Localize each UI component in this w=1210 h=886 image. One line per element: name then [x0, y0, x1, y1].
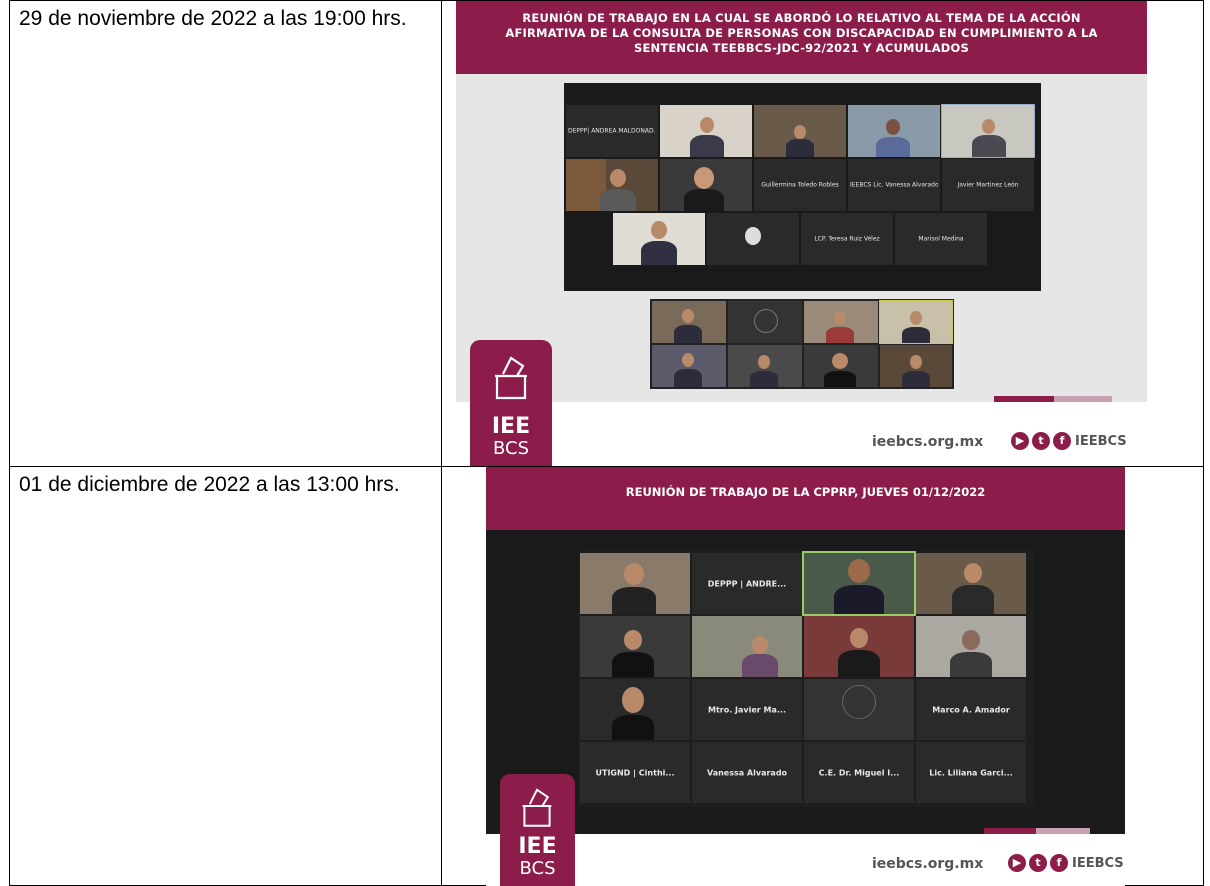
video-tile: Guillermina Toledo Robles	[754, 159, 846, 211]
participant-name: UTIGND | Cinthi...	[595, 768, 675, 777]
participant-name: Javier Martinez León	[957, 181, 1019, 189]
participant-name: C.E. Dr. Miguel I...	[818, 768, 900, 777]
participant-name: Marisol Medina	[918, 235, 964, 243]
ballot-box-icon	[522, 788, 552, 827]
row1-date: 29 de noviembre de 2022 a las 19:00 hrs.	[19, 7, 407, 30]
social-handle: IEEBCS	[1075, 434, 1127, 449]
participant-name: Guillermina Toledo Robles	[761, 181, 839, 189]
video-tile	[692, 616, 802, 677]
ballot-box-icon	[495, 356, 527, 400]
video-tile: C.E. Dr. Miguel I...	[804, 742, 914, 803]
facebook-icon: f	[1050, 854, 1068, 872]
facebook-icon: f	[1053, 432, 1071, 450]
slide-1-banner: REUNIÓN DE TRABAJO EN LA CUAL SE ABORDÓ …	[456, 1, 1147, 74]
video-tile	[660, 105, 752, 157]
website-url: ieebcs.org.mx	[872, 856, 984, 872]
video-tile: Vanessa Alvarado	[692, 742, 802, 803]
video-tile: DEPPP | ANDRE...	[692, 553, 802, 614]
video-tile	[613, 213, 705, 265]
participant-name: DEPPP| ANDREA MALDONAD...	[568, 127, 656, 135]
video-tile	[580, 553, 690, 614]
row2-left-cell	[9, 466, 442, 886]
twitter-icon: t	[1032, 432, 1050, 450]
row2-date: 01 de diciembre de 2022 a las 13:00 hrs.	[19, 473, 400, 496]
slide-2-title: REUNIÓN DE TRABAJO DE LA CPPRP, JUEVES 0…	[625, 485, 986, 499]
video-tile	[660, 159, 752, 211]
participant-name: Vanessa Alvarado	[706, 768, 788, 777]
video-tile	[804, 616, 914, 677]
twitter-icon: t	[1029, 854, 1047, 872]
logo-line2: BCS	[519, 858, 556, 879]
slide-2-banner: REUNIÓN DE TRABAJO DE LA CPPRP, JUEVES 0…	[486, 467, 1125, 530]
video-tile	[652, 345, 726, 387]
logo-line1: IEE	[518, 834, 557, 859]
slide-2: REUNIÓN DE TRABAJO DE LA CPPRP, JUEVES 0…	[486, 467, 1125, 886]
logo-line2: BCS	[492, 438, 530, 459]
website-url: ieebcs.org.mx	[872, 434, 984, 450]
slide-2-zoom-window: DEPPP | ANDRE... Mtro. Javier Ma... Marc…	[578, 551, 1033, 807]
video-tile	[848, 105, 940, 157]
row1-left-cell	[9, 0, 442, 467]
participant-name: IEEBCS Lic. Vanessa Alvarado	[850, 181, 938, 189]
iee-bcs-logo: IEE BCS	[470, 340, 552, 466]
video-tile: Marco A. Amador	[916, 679, 1026, 740]
video-tile	[728, 301, 802, 343]
video-tile	[804, 301, 878, 343]
iee-bcs-logo: IEE BCS	[500, 774, 575, 886]
video-tile: LCP. Teresa Ruiz Vélez	[801, 213, 893, 265]
participant-name: LCP. Teresa Ruiz Vélez	[814, 235, 880, 243]
video-tile	[879, 300, 953, 344]
video-tile	[804, 345, 878, 387]
video-tile	[707, 213, 799, 265]
participant-name: Lic. Liliana Garci...	[929, 768, 1013, 777]
video-tile: UTIGND | Cinthi...	[580, 742, 690, 803]
video-tile	[916, 553, 1026, 614]
video-tile: Mtro. Javier Ma...	[692, 679, 802, 740]
video-tile: IEEBCS Lic. Vanessa Alvarado	[848, 159, 940, 211]
video-tile	[728, 345, 802, 387]
video-tile	[916, 616, 1026, 677]
video-tile	[880, 345, 952, 387]
social-handle: IEEBCS	[1072, 856, 1124, 871]
youtube-icon: ▶	[1011, 432, 1029, 450]
video-tile	[652, 301, 726, 343]
participant-name: Marco A. Amador	[932, 705, 1010, 714]
video-tile	[754, 105, 846, 157]
video-tile: Javier Martinez León	[942, 159, 1034, 211]
video-tile: DEPPP| ANDREA MALDONAD...	[566, 105, 658, 157]
video-tile: Lic. Liliana Garci...	[916, 742, 1026, 803]
slide-1: REUNIÓN DE TRABAJO EN LA CUAL SE ABORDÓ …	[456, 1, 1147, 466]
slide-1-title: REUNIÓN DE TRABAJO EN LA CUAL SE ABORDÓ …	[505, 11, 1098, 55]
slide-2-footer: ieebcs.org.mx ▶ t f IEEBCS	[486, 828, 1125, 886]
video-tile	[802, 551, 916, 616]
slide-1-gallery-window	[650, 299, 954, 389]
video-tile	[580, 679, 690, 740]
youtube-icon: ▶	[1008, 854, 1026, 872]
video-tile: Marisol Medina	[895, 213, 987, 265]
participant-name: Mtro. Javier Ma...	[707, 705, 786, 714]
video-tile	[804, 679, 914, 740]
slide-1-footer: ieebcs.org.mx ▶ t f IEEBCS	[456, 396, 1147, 466]
video-tile	[941, 104, 1035, 158]
participant-name: DEPPP | ANDRE...	[707, 579, 787, 588]
video-tile	[566, 159, 658, 211]
logo-line1: IEE	[491, 414, 531, 439]
video-tile	[580, 616, 690, 677]
slide-1-zoom-window: DEPPP| ANDREA MALDONAD... Guillermina To…	[564, 83, 1041, 291]
